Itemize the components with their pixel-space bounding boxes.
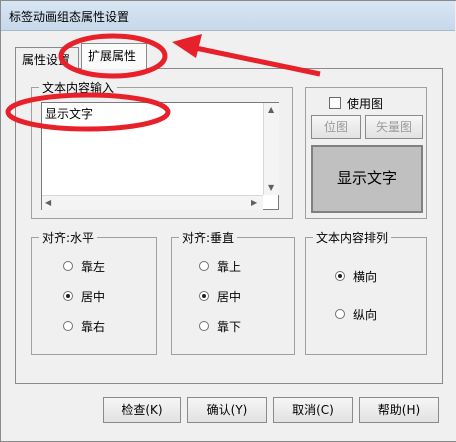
vector-image-button[interactable]: 矢量图	[365, 115, 423, 139]
radio-horizontal[interactable]	[335, 271, 345, 281]
window-title: 标签动画组态属性设置	[9, 10, 130, 24]
scroll-left-icon[interactable]: ◀	[45, 198, 51, 207]
confirm-button[interactable]: 确认(Y)	[187, 397, 267, 423]
radio-align-center-h[interactable]	[63, 291, 73, 301]
align-horizontal-legend: 对齐:水平	[39, 229, 98, 246]
scroll-down-icon[interactable]: ▼	[268, 183, 274, 192]
radio-align-center-v-label: 居中	[217, 290, 242, 304]
radio-align-bottom[interactable]	[199, 321, 209, 331]
tab-extended-properties[interactable]: 扩展属性	[81, 43, 147, 69]
text-arrangement-group	[305, 237, 427, 355]
text-arrangement-legend: 文本内容排列	[313, 229, 392, 246]
preview-box: 显示文字	[311, 145, 423, 213]
horizontal-scrollbar[interactable]: ◀ ▶	[42, 195, 263, 210]
use-image-label: 使用图	[347, 97, 384, 111]
align-vertical-legend: 对齐:垂直	[179, 229, 238, 246]
radio-align-right-label: 靠右	[81, 320, 106, 334]
radio-align-center-h-label: 居中	[81, 290, 106, 304]
radio-vertical[interactable]	[335, 309, 345, 319]
scroll-right-icon[interactable]: ▶	[251, 198, 257, 207]
scroll-up-icon[interactable]: ▲	[268, 105, 274, 114]
check-button[interactable]: 检查(K)	[103, 397, 181, 423]
text-content-value: 显示文字	[45, 107, 94, 121]
radio-align-top[interactable]	[199, 261, 209, 271]
title-bar: 标签动画组态属性设置	[1, 1, 455, 31]
radio-align-left[interactable]	[63, 261, 73, 271]
vertical-scrollbar[interactable]: ▲ ▼	[263, 103, 279, 195]
bitmap-button[interactable]: 位图	[311, 115, 361, 139]
radio-horizontal-label: 横向	[353, 270, 378, 284]
cancel-button[interactable]: 取消(C)	[273, 397, 353, 423]
text-content-input[interactable]: 显示文字 ▲ ▼ ◀ ▶	[41, 102, 279, 210]
radio-vertical-label: 纵向	[353, 308, 378, 322]
text-content-legend: 文本内容输入	[39, 79, 118, 96]
tab-property-settings[interactable]: 属性设置	[15, 47, 79, 69]
radio-align-left-label: 靠左	[81, 260, 106, 274]
use-image-checkbox[interactable]	[329, 97, 341, 109]
radio-align-center-v[interactable]	[199, 291, 209, 301]
dialog-window: 标签动画组态属性设置 属性设置 扩展属性 文本内容输入 显示文字 ▲ ▼ ◀ ▶…	[0, 0, 456, 442]
radio-align-right[interactable]	[63, 321, 73, 331]
radio-align-top-label: 靠上	[217, 260, 242, 274]
help-button[interactable]: 帮助(H)	[359, 397, 439, 423]
radio-align-bottom-label: 靠下	[217, 320, 242, 334]
